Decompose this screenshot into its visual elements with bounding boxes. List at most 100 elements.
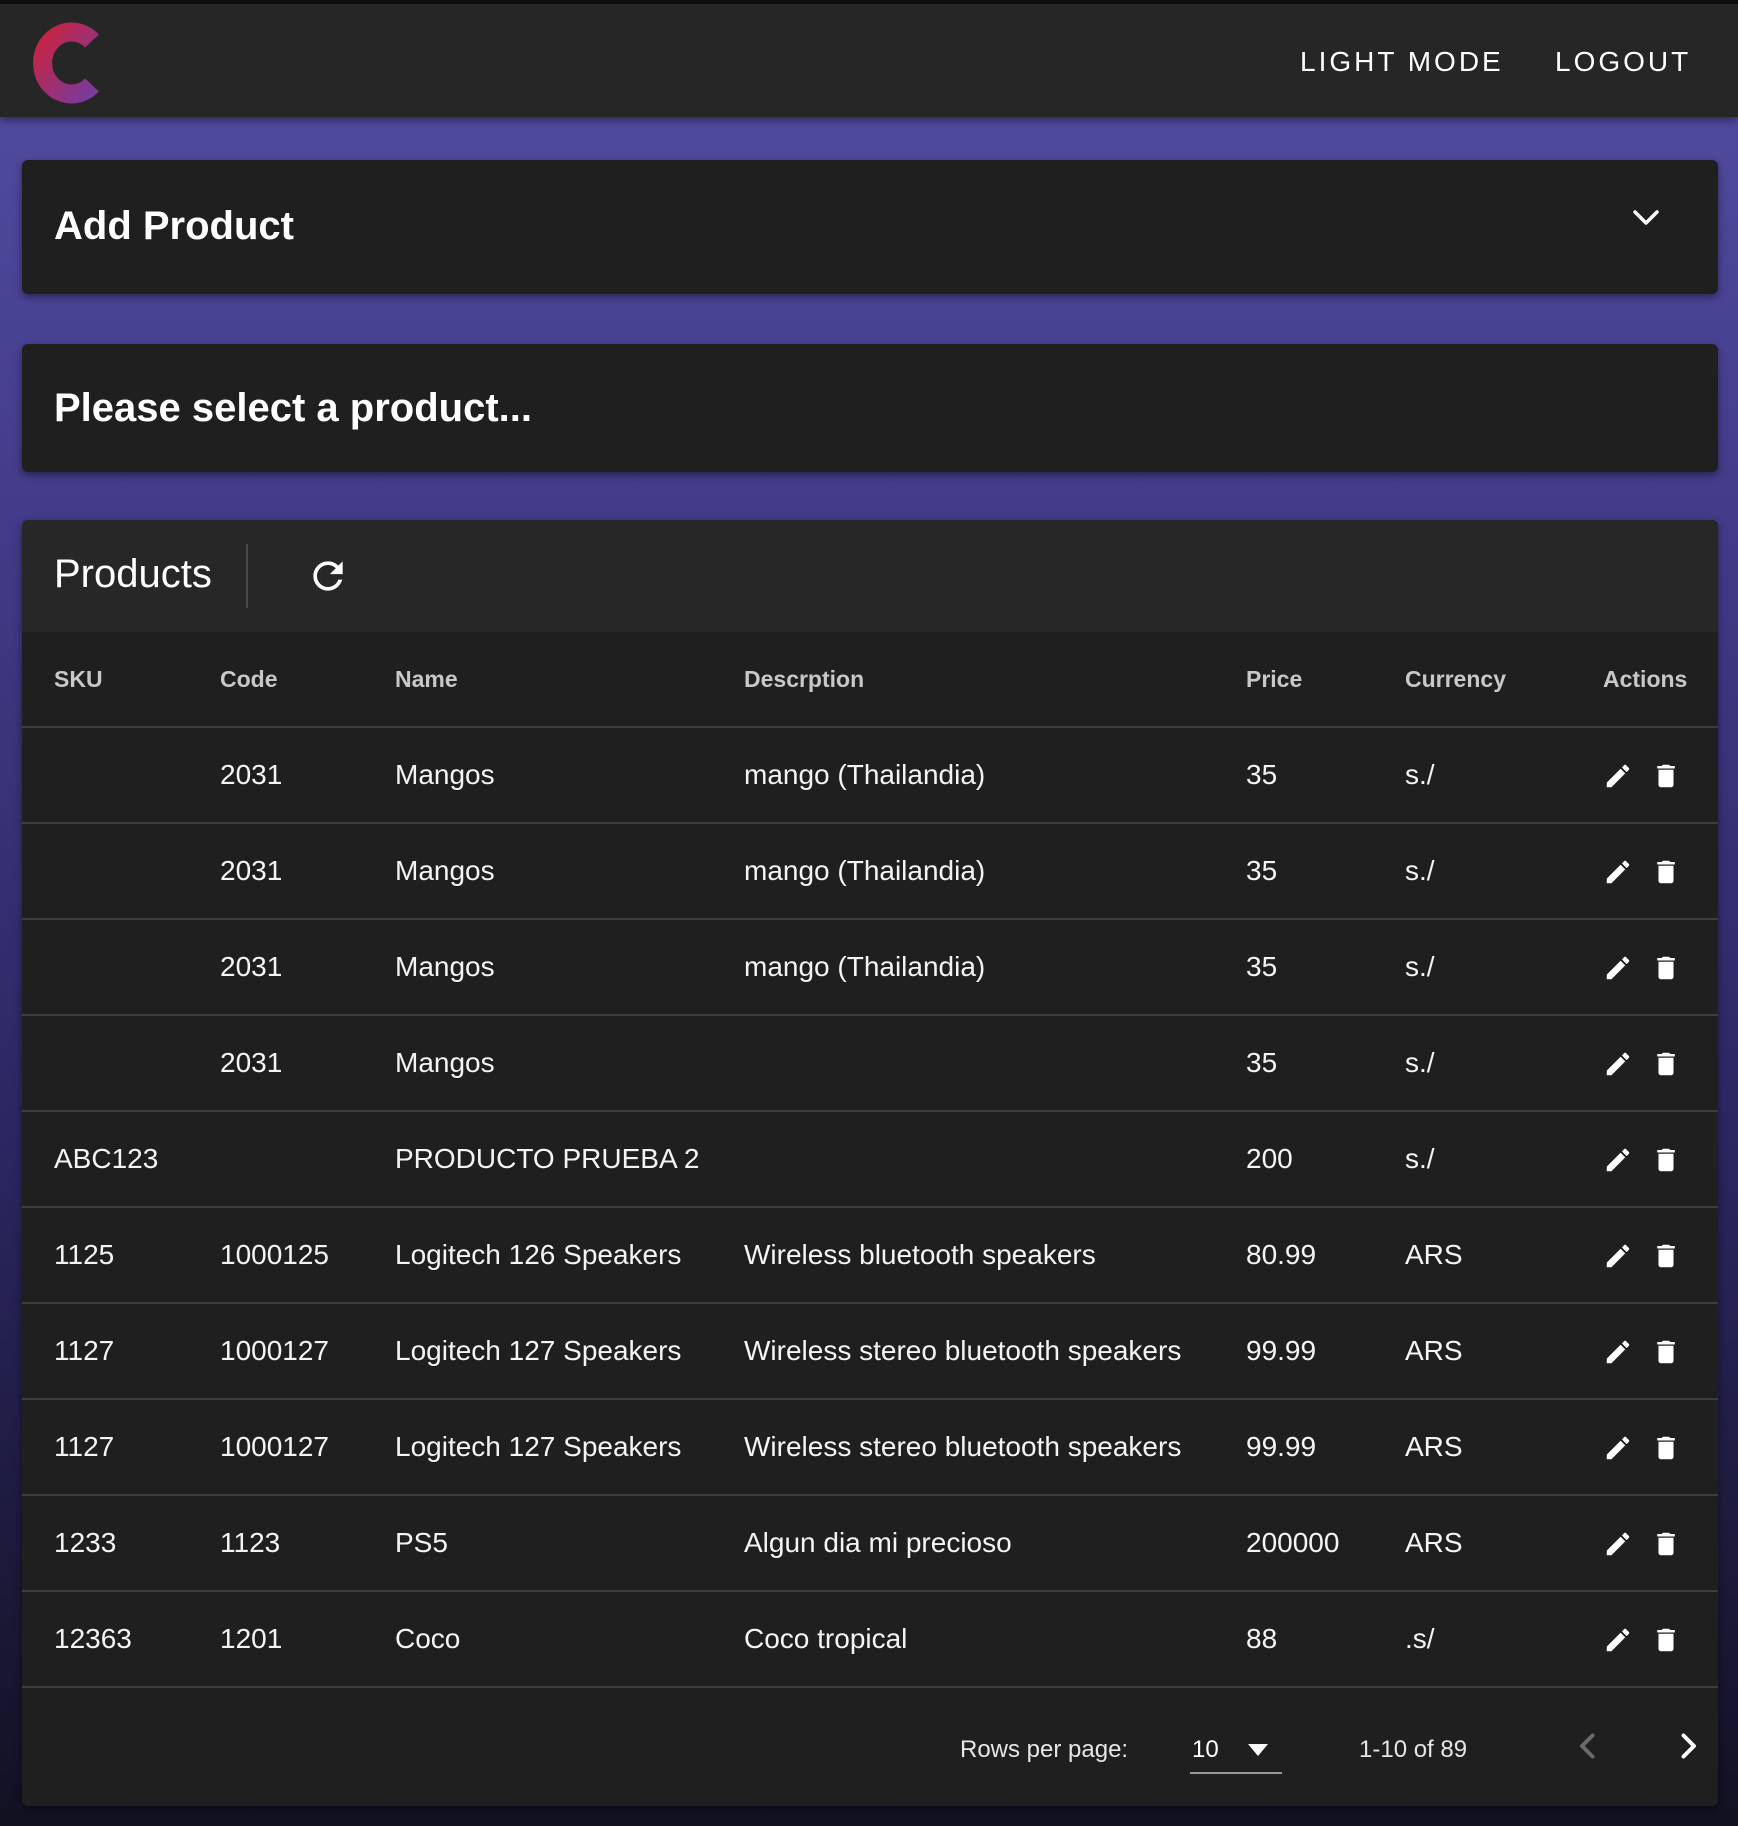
- pencil-icon[interactable]: [1603, 1529, 1633, 1559]
- pencil-icon[interactable]: [1603, 1433, 1633, 1463]
- cell-price: 200: [1246, 1111, 1405, 1208]
- products-title: Products: [54, 552, 212, 596]
- cell-name: Logitech 127 Speakers: [395, 1399, 744, 1496]
- rows-per-page-value: 10: [1192, 1736, 1219, 1763]
- trash-icon[interactable]: [1651, 1241, 1681, 1271]
- column-header-name[interactable]: Name: [395, 632, 744, 728]
- cell-currency: ARS: [1405, 1303, 1603, 1400]
- cell-description: mango (Thailandia): [744, 727, 1246, 824]
- table-row[interactable]: 2031 Mangos mango (Thailandia) 35 s./: [22, 727, 1718, 824]
- chevron-left-icon[interactable]: [1570, 1728, 1606, 1764]
- cell-name: Mangos: [395, 727, 744, 824]
- cell-sku: [22, 727, 220, 824]
- table-row[interactable]: 2031 Mangos mango (Thailandia) 35 s./: [22, 823, 1718, 920]
- cell-price: 200000: [1246, 1495, 1405, 1592]
- pagination-range: 1-10 of 89: [1359, 1736, 1468, 1763]
- cell-price: 99.99: [1246, 1303, 1405, 1400]
- chevron-down-icon[interactable]: [1632, 208, 1660, 228]
- cell-price: 35: [1246, 1015, 1405, 1112]
- pencil-icon[interactable]: [1603, 1049, 1633, 1079]
- table-row[interactable]: 12363 1201 Coco Coco tropical 88 .s/: [22, 1591, 1718, 1688]
- cell-sku: 1233: [22, 1495, 220, 1592]
- cell-sku: [22, 919, 220, 1016]
- cell-code: 1000125: [220, 1207, 395, 1304]
- cell-price: 88: [1246, 1591, 1405, 1688]
- table-row[interactable]: 1233 1123 PS5 Algun dia mi precioso 200000 AR…: [22, 1495, 1718, 1592]
- cell-currency: ARS: [1405, 1399, 1603, 1496]
- add-product-panel[interactable]: Add Product: [22, 160, 1718, 294]
- refresh-icon[interactable]: [306, 554, 350, 598]
- cell-price: 80.99: [1246, 1207, 1405, 1304]
- table-row[interactable]: 1127 1000127 Logitech 127 Speakers Wireless…: [22, 1399, 1718, 1496]
- table-row[interactable]: 1127 1000127 Logitech 127 Speakers Wireless…: [22, 1303, 1718, 1400]
- cell-sku: 1125: [22, 1207, 220, 1304]
- pencil-icon[interactable]: [1603, 953, 1633, 983]
- chevron-right-icon[interactable]: [1670, 1728, 1706, 1764]
- cell-name: Logitech 126 Speakers: [395, 1207, 744, 1304]
- products-table: SKU Code Name Descrption Price Currency …: [22, 632, 1718, 1688]
- cell-currency: s./: [1405, 919, 1603, 1016]
- cell-sku: [22, 823, 220, 920]
- cell-name: PS5: [395, 1495, 744, 1592]
- app-logo[interactable]: [26, 16, 110, 110]
- table-header-row: SKU Code Name Descrption Price Currency …: [22, 632, 1718, 728]
- cell-name: Mangos: [395, 919, 744, 1016]
- column-header-currency[interactable]: Currency: [1405, 632, 1603, 728]
- cell-code: 1000127: [220, 1399, 395, 1496]
- cell-name: Mangos: [395, 823, 744, 920]
- column-header-actions: Actions: [1603, 632, 1718, 728]
- trash-icon[interactable]: [1651, 1049, 1681, 1079]
- pencil-icon[interactable]: [1603, 761, 1633, 791]
- rows-per-page-select[interactable]: 10: [1190, 1722, 1282, 1774]
- products-table-body: 2031 Mangos mango (Thailandia) 35 s./2031 Man…: [22, 727, 1718, 1688]
- light-mode-button[interactable]: LIGHT MODE: [1300, 44, 1504, 80]
- cell-description: Wireless stereo bluetooth speakers: [744, 1303, 1246, 1400]
- cell-actions: [1603, 1015, 1718, 1112]
- cell-sku: ABC123: [22, 1111, 220, 1208]
- cell-sku: 12363: [22, 1591, 220, 1688]
- cell-currency: s./: [1405, 1015, 1603, 1112]
- trash-icon[interactable]: [1651, 1337, 1681, 1367]
- trash-icon[interactable]: [1651, 1145, 1681, 1175]
- cell-code: 2031: [220, 919, 395, 1016]
- table-row[interactable]: 2031 Mangos mango (Thailandia) 35 s./: [22, 919, 1718, 1016]
- cell-actions: [1603, 1111, 1718, 1208]
- column-header-price[interactable]: Price: [1246, 632, 1405, 728]
- trash-icon[interactable]: [1651, 953, 1681, 983]
- logout-button[interactable]: LOGOUT: [1555, 44, 1691, 80]
- app-bar: LIGHT MODE LOGOUT: [0, 4, 1738, 117]
- caret-down-icon: [1248, 1744, 1268, 1756]
- trash-icon[interactable]: [1651, 1433, 1681, 1463]
- cell-actions: [1603, 1399, 1718, 1496]
- cell-description: mango (Thailandia): [744, 823, 1246, 920]
- cell-currency: s./: [1405, 727, 1603, 824]
- cell-name: Coco: [395, 1591, 744, 1688]
- pencil-icon[interactable]: [1603, 1241, 1633, 1271]
- cell-description: mango (Thailandia): [744, 919, 1246, 1016]
- selection-message: Please select a product...: [54, 386, 532, 430]
- cell-code: [220, 1111, 395, 1208]
- column-header-code[interactable]: Code: [220, 632, 395, 728]
- column-header-description[interactable]: Descrption: [744, 632, 1246, 728]
- cell-currency: s./: [1405, 823, 1603, 920]
- pencil-icon[interactable]: [1603, 1625, 1633, 1655]
- table-row[interactable]: ABC123 PRODUCTO PRUEBA 2 200 s./: [22, 1111, 1718, 1208]
- cell-description: Algun dia mi precioso: [744, 1495, 1246, 1592]
- cell-currency: .s/: [1405, 1591, 1603, 1688]
- pencil-icon[interactable]: [1603, 1145, 1633, 1175]
- cell-actions: [1603, 727, 1718, 824]
- trash-icon[interactable]: [1651, 1529, 1681, 1559]
- trash-icon[interactable]: [1651, 1625, 1681, 1655]
- column-header-sku[interactable]: SKU: [22, 632, 220, 728]
- cell-actions: [1603, 1303, 1718, 1400]
- trash-icon[interactable]: [1651, 857, 1681, 887]
- pencil-icon[interactable]: [1603, 1337, 1633, 1367]
- table-row[interactable]: 1125 1000125 Logitech 126 Speakers Wireless…: [22, 1207, 1718, 1304]
- cell-sku: 1127: [22, 1399, 220, 1496]
- cell-name: Mangos: [395, 1015, 744, 1112]
- cell-actions: [1603, 919, 1718, 1016]
- table-row[interactable]: 2031 Mangos 35 s./: [22, 1015, 1718, 1112]
- trash-icon[interactable]: [1651, 761, 1681, 791]
- cell-code: 1123: [220, 1495, 395, 1592]
- pencil-icon[interactable]: [1603, 857, 1633, 887]
